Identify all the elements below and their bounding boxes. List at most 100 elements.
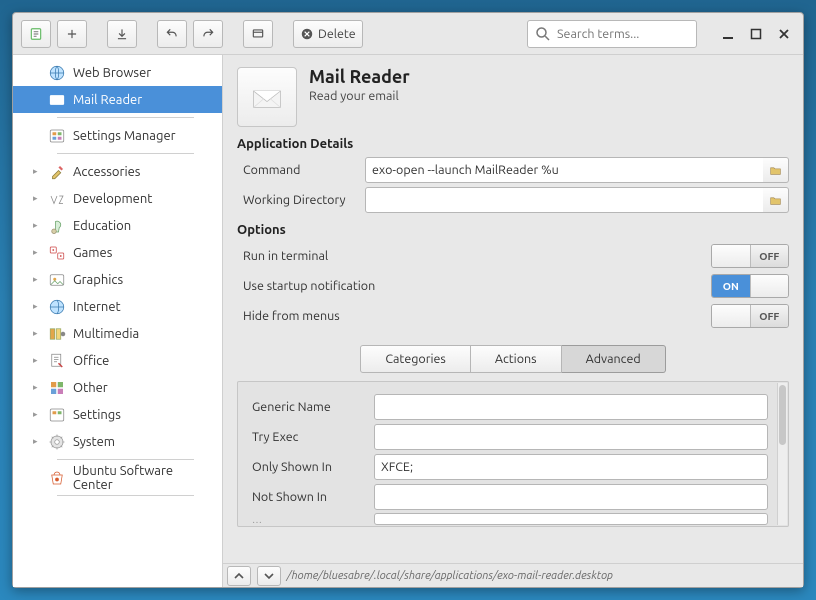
sidebar-item-other[interactable]: ▸Other <box>13 374 222 401</box>
startup-notification-label: Use startup notification <box>237 279 711 293</box>
delete-button[interactable]: Delete <box>293 20 363 48</box>
main-panel: Mail Reader Read your email Application … <box>223 55 803 587</box>
graphics-icon <box>48 271 66 289</box>
sidebar-item-label: Other <box>73 381 108 395</box>
app-icon[interactable] <box>237 67 297 127</box>
sidebar: ▸ Web Browser ▸ Mail Reader ▸ Settings M… <box>13 55 223 587</box>
application-details-heading: Application Details <box>237 137 789 151</box>
sidebar-item-settings[interactable]: ▸Settings <box>13 401 222 428</box>
only-shown-in-label: Only Shown In <box>246 460 364 474</box>
status-path: /home/bluesabre/.local/share/application… <box>287 570 613 582</box>
sidebar-item-label: Education <box>73 219 131 233</box>
add-button[interactable] <box>57 20 87 48</box>
sidebar-item-label: Office <box>73 354 109 368</box>
move-down-button[interactable] <box>257 566 281 586</box>
options-heading: Options <box>237 223 789 237</box>
separator <box>57 495 194 496</box>
sidebar-item-games[interactable]: ▸Games <box>13 239 222 266</box>
new-button[interactable] <box>21 20 51 48</box>
hide-from-menus-toggle[interactable]: OFF <box>711 304 789 328</box>
sidebar-item-office[interactable]: ▸Office <box>13 347 222 374</box>
run-button[interactable] <box>243 20 273 48</box>
sidebar-item-education[interactable]: ▸Education <box>13 212 222 239</box>
sidebar-item-label: Settings Manager <box>73 129 176 143</box>
minimize-button[interactable] <box>717 23 739 45</box>
move-up-button[interactable] <box>227 566 251 586</box>
prefs-icon <box>48 127 66 145</box>
office-icon <box>48 352 66 370</box>
sidebar-item-label: Games <box>73 246 112 260</box>
cut-label: … <box>246 514 364 525</box>
sidebar-item-label: Mail Reader <box>73 93 142 107</box>
sidebar-item-web-browser[interactable]: ▸ Web Browser <box>13 59 222 86</box>
scrollbar[interactable] <box>777 383 787 525</box>
sidebar-item-label: System <box>73 435 115 449</box>
close-button[interactable] <box>773 23 795 45</box>
working-directory-input[interactable] <box>365 187 764 213</box>
separator <box>57 153 194 154</box>
hide-from-menus-label: Hide from menus <box>237 309 711 323</box>
accessories-icon <box>48 163 66 181</box>
sidebar-item-label: Development <box>73 192 152 206</box>
globe-icon <box>48 64 66 82</box>
tab-actions[interactable]: Actions <box>471 345 562 373</box>
tab-categories[interactable]: Categories <box>360 345 471 373</box>
startup-notification-toggle[interactable]: ON <box>711 274 789 298</box>
system-icon <box>48 433 66 451</box>
save-button[interactable] <box>107 20 137 48</box>
sidebar-item-settings-manager[interactable]: ▸ Settings Manager <box>13 122 222 149</box>
undo-button[interactable] <box>157 20 187 48</box>
working-directory-browse-button[interactable] <box>763 187 789 213</box>
sidebar-item-multimedia[interactable]: ▸Multimedia <box>13 320 222 347</box>
sidebar-item-label: Accessories <box>73 165 140 179</box>
settings-icon <box>48 406 66 424</box>
advanced-panel: Generic Name Try Exec Only Shown In Not … <box>237 381 789 527</box>
run-in-terminal-label: Run in terminal <box>237 249 711 263</box>
maximize-button[interactable] <box>745 23 767 45</box>
internet-icon <box>48 298 66 316</box>
generic-name-input[interactable] <box>374 394 768 420</box>
sidebar-item-label: Graphics <box>73 273 123 287</box>
cut-input[interactable] <box>374 513 768 525</box>
working-directory-label: Working Directory <box>237 193 355 207</box>
command-label: Command <box>237 163 355 177</box>
sidebar-item-label: Web Browser <box>73 66 151 80</box>
separator <box>57 459 194 460</box>
dev-icon <box>48 190 66 208</box>
search-input[interactable] <box>557 27 690 41</box>
app-subtitle: Read your email <box>309 89 410 103</box>
multimedia-icon <box>48 325 66 343</box>
sidebar-item-graphics[interactable]: ▸Graphics <box>13 266 222 293</box>
tab-advanced[interactable]: Advanced <box>562 345 666 373</box>
toolbar: Delete <box>13 13 803 55</box>
not-shown-in-input[interactable] <box>374 484 768 510</box>
sidebar-item-label: Multimedia <box>73 327 139 341</box>
try-exec-input[interactable] <box>374 424 768 450</box>
sidebar-item-software-center[interactable]: ▸Ubuntu Software Center <box>13 464 222 491</box>
sidebar-item-mail-reader[interactable]: ▸ Mail Reader <box>13 86 222 113</box>
separator <box>57 117 194 118</box>
sidebar-item-accessories[interactable]: ▸Accessories <box>13 158 222 185</box>
search-box[interactable] <box>527 20 697 48</box>
command-input[interactable] <box>365 157 764 183</box>
app-window: Delete ▸ Web Browser ▸ Mail Reader <box>12 12 804 588</box>
sidebar-item-development[interactable]: ▸Development <box>13 185 222 212</box>
sidebar-item-internet[interactable]: ▸Internet <box>13 293 222 320</box>
run-in-terminal-toggle[interactable]: OFF <box>711 244 789 268</box>
software-center-icon <box>48 469 66 487</box>
statusbar: /home/bluesabre/.local/share/application… <box>223 563 803 587</box>
sidebar-item-label: Ubuntu Software Center <box>73 464 214 492</box>
mail-icon <box>48 91 66 109</box>
command-browse-button[interactable] <box>763 157 789 183</box>
redo-button[interactable] <box>193 20 223 48</box>
sidebar-item-system[interactable]: ▸System <box>13 428 222 455</box>
sidebar-item-label: Internet <box>73 300 121 314</box>
try-exec-label: Try Exec <box>246 430 364 444</box>
not-shown-in-label: Not Shown In <box>246 490 364 504</box>
other-icon <box>48 379 66 397</box>
tab-bar: Categories Actions Advanced <box>237 345 789 373</box>
games-icon <box>48 244 66 262</box>
only-shown-in-input[interactable] <box>374 454 768 480</box>
edu-icon <box>48 217 66 235</box>
sidebar-item-label: Settings <box>73 408 121 422</box>
